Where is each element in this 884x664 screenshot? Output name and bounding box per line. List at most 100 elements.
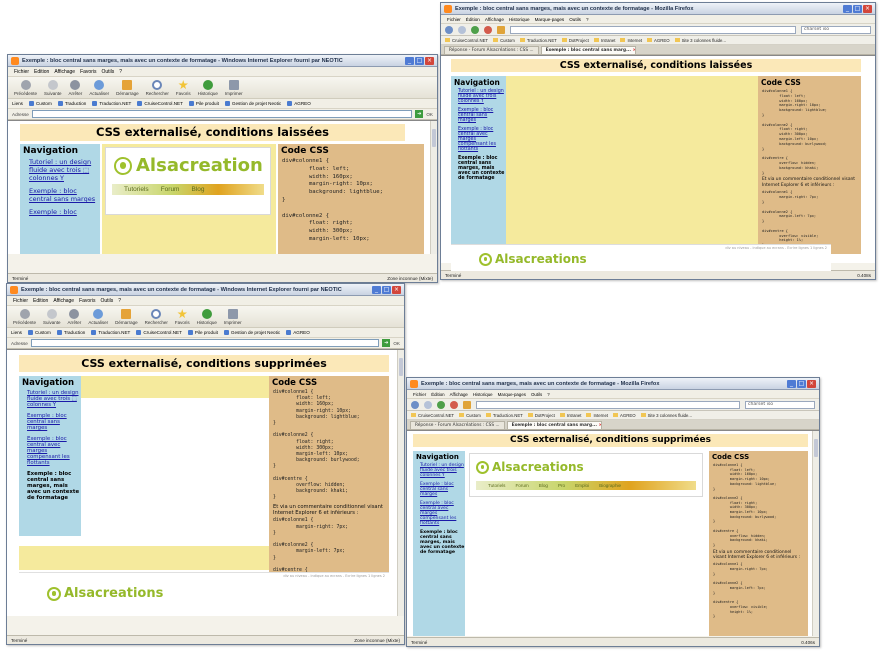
- link-gestion-projet[interactable]: Gestion de projet Neotic: [224, 330, 280, 335]
- menu-tools[interactable]: Outils: [100, 298, 113, 304]
- banner-link-tutoriels[interactable]: Tutoriels: [124, 186, 149, 193]
- go-button[interactable]: ➔: [382, 339, 391, 347]
- maximize-button[interactable]: □: [382, 285, 391, 294]
- nav-link-tutoriel[interactable]: Tutoriel : un design fluide avec trois c…: [420, 463, 465, 478]
- link-traduction-net[interactable]: Traduction.NET: [92, 101, 131, 106]
- menu-bookmarks[interactable]: Marque-pages: [498, 392, 526, 397]
- menu-edit[interactable]: Édition: [466, 17, 480, 22]
- maximize-button[interactable]: □: [797, 379, 806, 388]
- link-cruisecontrol[interactable]: CruiseControl.NET: [136, 330, 182, 335]
- nav-link-bloc[interactable]: Exemple : bloc: [29, 208, 100, 216]
- maximize-button[interactable]: □: [853, 4, 862, 13]
- search-input[interactable]: charset iso: [745, 400, 815, 409]
- stop-icon[interactable]: [484, 25, 492, 34]
- go-button[interactable]: ➔: [415, 110, 424, 118]
- url-input[interactable]: [510, 25, 796, 34]
- back-button[interactable]: Précédente: [14, 80, 37, 96]
- nav-link-avec-marges[interactable]: Exemple : bloc central avec marges compe…: [420, 501, 465, 526]
- menu-favorites[interactable]: Favoris: [80, 69, 96, 75]
- print-button[interactable]: Imprimer: [225, 80, 243, 96]
- title-bar[interactable]: Exemple : bloc central sans marges, mais…: [8, 55, 437, 67]
- banner-link-pro[interactable]: Pro: [558, 483, 565, 488]
- bookmark-cruisecontrol[interactable]: CruiseControl.NET: [411, 413, 454, 418]
- bookmark-traduction-net[interactable]: Traduction.NET: [520, 38, 557, 43]
- bookmark-site-3-colonnes[interactable]: Site 3 colonnes fluide...: [675, 38, 726, 43]
- close-button[interactable]: ×: [425, 56, 434, 65]
- stop-icon[interactable]: [450, 400, 458, 409]
- vertical-scrollbar[interactable]: [397, 350, 404, 616]
- tab-exemple[interactable]: Exemple : bloc central sans marg...: [506, 421, 602, 429]
- bookmark-intranet[interactable]: Intranet: [560, 413, 582, 418]
- search-input[interactable]: charset iso: [801, 25, 871, 34]
- banner-link-blog[interactable]: Blog: [191, 186, 204, 193]
- favorites-button[interactable]: Favoris: [175, 309, 190, 325]
- menu-file[interactable]: Fichier: [14, 69, 29, 75]
- back-icon[interactable]: [411, 400, 419, 409]
- bookmark-agreo[interactable]: AGREO: [613, 413, 636, 418]
- menu-view[interactable]: Affichage: [450, 392, 468, 397]
- minimize-button[interactable]: _: [843, 4, 852, 13]
- menu-help[interactable]: ?: [547, 392, 549, 397]
- maximize-button[interactable]: □: [415, 56, 424, 65]
- link-agreo[interactable]: AGREO: [286, 330, 310, 335]
- bookmark-agreo[interactable]: AGREO: [647, 38, 670, 43]
- home-icon[interactable]: [463, 400, 471, 409]
- menu-help[interactable]: ?: [118, 298, 121, 304]
- menu-edit[interactable]: Edition: [33, 298, 48, 304]
- vertical-scrollbar[interactable]: [430, 121, 437, 254]
- reload-icon[interactable]: [437, 400, 445, 409]
- nav-link-sans-marges[interactable]: Exemple : bloc central sans marges: [458, 108, 506, 123]
- bookmark-custom[interactable]: Custom: [493, 38, 515, 43]
- banner-link-tutoriels[interactable]: Tutoriels: [488, 483, 505, 488]
- menu-favorites[interactable]: Favoris: [79, 298, 95, 304]
- stop-button[interactable]: Arrêter: [69, 80, 82, 96]
- menu-view[interactable]: Affichage: [53, 298, 74, 304]
- menu-tools[interactable]: Outils: [531, 392, 542, 397]
- title-bar[interactable]: Exemple : bloc central sans marges, mais…: [441, 3, 875, 15]
- tab-forum[interactable]: Réponse - Forum Alsacréations : CSS ...: [410, 421, 505, 429]
- menu-help[interactable]: ?: [586, 17, 589, 22]
- bookmark-cruisecontrol[interactable]: CruiseControl.NET: [445, 38, 488, 43]
- menu-file[interactable]: Fichier: [13, 298, 28, 304]
- home-icon[interactable]: [497, 25, 505, 34]
- search-button[interactable]: Rechercher: [145, 309, 168, 325]
- banner-link-emploi[interactable]: Emploi: [575, 483, 589, 488]
- link-pile-produit[interactable]: Pile produit: [188, 330, 218, 335]
- forward-button[interactable]: Suivante: [43, 309, 61, 325]
- menu-history[interactable]: Historique: [509, 17, 530, 22]
- link-gestion-projet[interactable]: Gestion de projet Neotic: [225, 101, 281, 106]
- link-pile-produit[interactable]: Pile produit: [189, 101, 219, 106]
- nav-link-tutoriel[interactable]: Tutoriel : un design fluide avec trois ⬚…: [29, 158, 100, 182]
- title-bar[interactable]: Exemple : bloc central sans marges, mais…: [407, 378, 819, 390]
- banner-link-biographie[interactable]: Biographie: [599, 483, 621, 488]
- home-button[interactable]: Démarrage: [115, 309, 138, 325]
- link-traduction[interactable]: Traduction: [58, 101, 87, 106]
- menu-edit[interactable]: Édition: [431, 392, 444, 397]
- link-cruisecontrol[interactable]: CruiseControl.NET: [137, 101, 183, 106]
- address-input[interactable]: [31, 110, 413, 118]
- banner-link-forum[interactable]: Forum: [161, 186, 180, 193]
- menu-file[interactable]: Fichier: [447, 17, 461, 22]
- bookmark-internet[interactable]: Internet: [586, 413, 608, 418]
- bookmark-traduction-net[interactable]: Traduction.NET: [486, 413, 523, 418]
- menu-history[interactable]: Historique: [473, 392, 493, 397]
- menu-view[interactable]: Affichage: [54, 69, 75, 75]
- menu-view[interactable]: Affichage: [485, 17, 504, 22]
- menu-help[interactable]: ?: [119, 69, 122, 75]
- menu-edit[interactable]: Edition: [34, 69, 49, 75]
- close-button[interactable]: ×: [392, 285, 401, 294]
- go-label[interactable]: OK: [393, 341, 400, 346]
- bookmark-intranet[interactable]: Intranet: [594, 38, 616, 43]
- refresh-button[interactable]: Actualiser: [88, 309, 108, 325]
- address-input[interactable]: [30, 339, 380, 347]
- forward-button[interactable]: Suivante: [44, 80, 62, 96]
- forward-icon[interactable]: [458, 25, 466, 34]
- banner-link-blog[interactable]: Blog: [539, 483, 548, 488]
- menu-file[interactable]: Fichier: [413, 392, 426, 397]
- tab-forum[interactable]: Réponse - Forum Alsacréations : CSS ...: [444, 46, 539, 54]
- nav-link-avec-marges[interactable]: Exemple : bloc central avec marges compe…: [458, 127, 506, 152]
- history-button[interactable]: Historique: [198, 80, 218, 96]
- link-custom[interactable]: Custom: [28, 330, 51, 335]
- favorites-button[interactable]: Favoris: [176, 80, 191, 96]
- menu-tools[interactable]: Outils: [101, 69, 114, 75]
